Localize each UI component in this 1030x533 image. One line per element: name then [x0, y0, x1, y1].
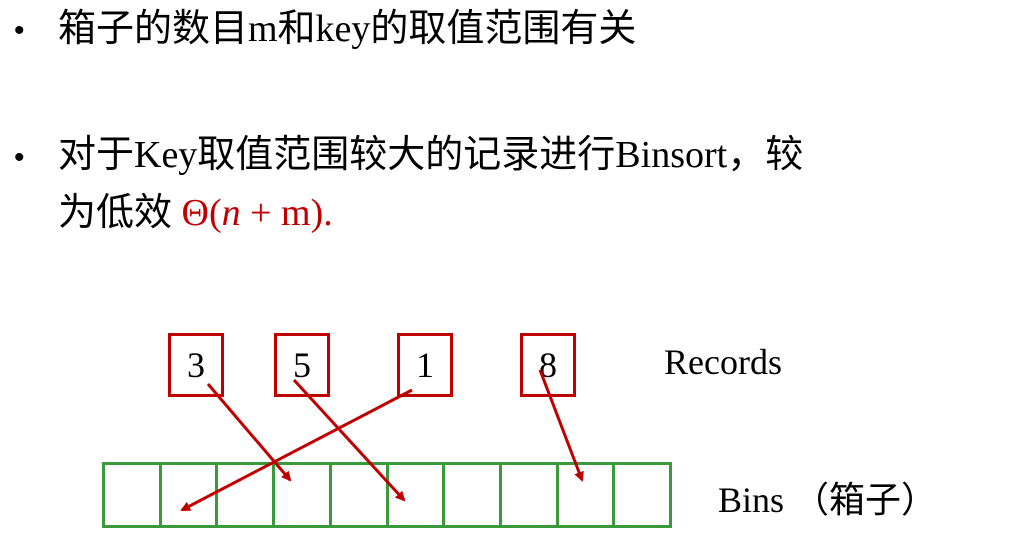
bin-cell [218, 465, 276, 525]
bin-cell [615, 465, 669, 525]
bullet-marker-2: • [14, 141, 25, 174]
bin-cell [559, 465, 616, 525]
record-box: 3 [168, 333, 224, 397]
bin-cell [162, 465, 219, 525]
bullet-text-2-line2: 为低效 Θ(n + m). [58, 194, 333, 232]
bin-cell [502, 465, 559, 525]
formula-rest: + m). [240, 192, 333, 234]
bin-cell [105, 465, 162, 525]
mapping-arrows [180, 369, 584, 512]
bullet-text-1: 箱子的数目m和key的取值范围有关 [58, 8, 637, 50]
bin-cell [275, 465, 332, 525]
bins-row [102, 462, 672, 528]
bin-cell [389, 465, 446, 525]
bullet-marker-1: • [14, 14, 25, 47]
bin-cell [445, 465, 502, 525]
record-box: 5 [274, 333, 330, 397]
bullet-text-2-line1: 对于Key取值范围较大的记录进行Binsort，较 [58, 134, 804, 176]
bullet-text-2-prefix: 为低效 [58, 192, 182, 234]
record-box: 1 [397, 333, 453, 397]
records-label: Records [664, 342, 782, 382]
record-box: 8 [520, 333, 576, 397]
formula-theta: Θ( [181, 192, 222, 234]
formula-n: n [221, 192, 241, 234]
bins-label: Bins （箱子） [718, 480, 938, 520]
complexity-formula: Θ(n + m). [182, 192, 333, 234]
bin-cell [332, 465, 389, 525]
